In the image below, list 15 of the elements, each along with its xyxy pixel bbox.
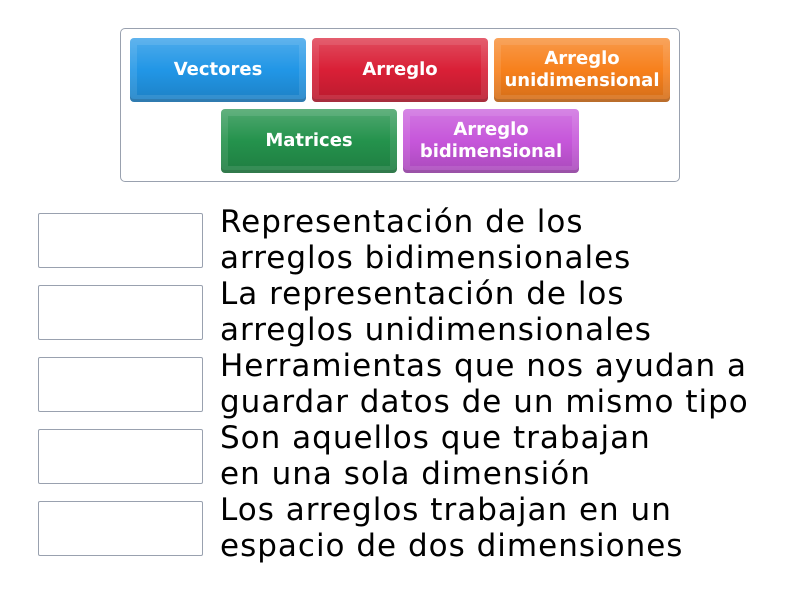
answer-box[interactable] <box>38 284 203 340</box>
answer-box[interactable] <box>38 428 203 484</box>
prompt-text: Representación de los arreglos bidimensionales <box>220 204 632 276</box>
word-tile[interactable]: Arreglo <box>312 38 488 102</box>
word-tile[interactable]: Matrices <box>221 109 397 173</box>
answer-box[interactable] <box>38 212 203 268</box>
prompt-text: Son aquellos que trabajan en una sola dimensión <box>220 420 651 492</box>
word-tile[interactable]: Arreglo unidimensional <box>494 38 670 102</box>
answer-box[interactable] <box>38 356 203 412</box>
word-tile[interactable]: Arreglo bidimensional <box>403 109 579 173</box>
prompt-text: Herramientas que nos ayudan a guardar datos de un mismo tipo <box>220 348 749 420</box>
word-tile[interactable]: Vectores <box>130 38 306 102</box>
answer-box[interactable] <box>38 500 203 556</box>
prompt-text: Los arreglos trabajan en un espacio de dos dimensiones <box>220 492 684 564</box>
prompt-text: La representación de los arreglos unidimensionales <box>220 276 652 348</box>
